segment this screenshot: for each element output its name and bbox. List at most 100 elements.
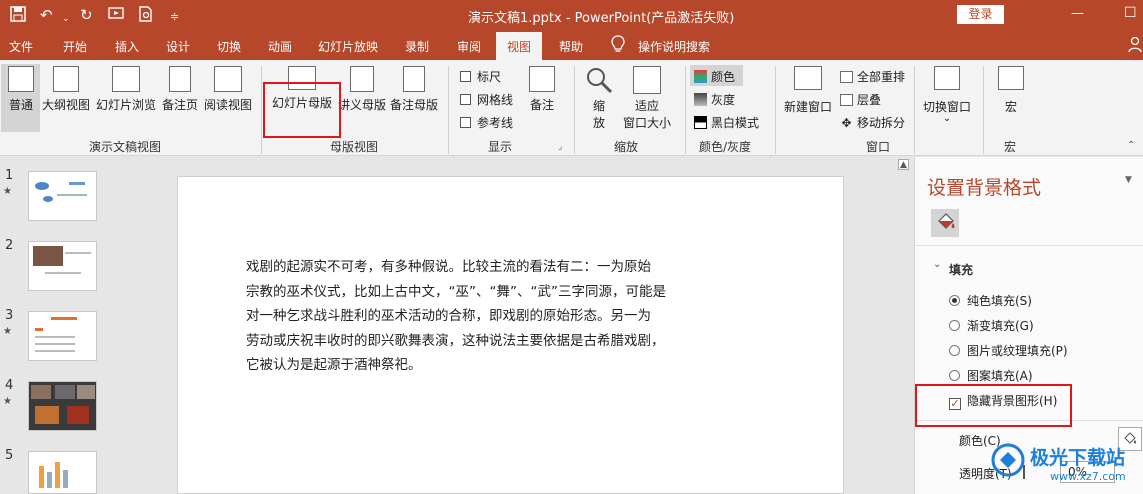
slide-body-text[interactable]: 戏剧的起源实不可考，有多种假说。比较主流的看法有二：一为原始 宗教的巫术仪式，比… — [246, 255, 686, 378]
group-window: 窗口 — [866, 140, 891, 154]
zoom-button[interactable]: 缩 放 — [583, 66, 615, 131]
checkbox-box — [460, 117, 471, 128]
undo-dropdown-icon[interactable]: ⌄ — [62, 10, 70, 28]
handout-master-icon — [350, 66, 374, 92]
guides-checkbox[interactable]: 参考线 — [460, 114, 513, 131]
tab-review[interactable]: 审阅 — [457, 38, 481, 55]
slide-editing-area: 戏剧的起源实不可考，有多种假说。比较主流的看法有二：一为原始 宗教的巫术仪式，比… — [168, 157, 912, 494]
tab-view[interactable]: 视图 — [496, 32, 543, 60]
gradient-fill-radio[interactable]: 渐变填充(G) — [949, 317, 1034, 334]
vertical-scrollbar[interactable]: ▲ — [895, 157, 912, 494]
normal-view-icon — [8, 66, 34, 92]
arrange-all-button[interactable]: 全部重排 — [840, 68, 905, 85]
macros-button[interactable]: 宏 — [996, 66, 1026, 115]
gridlines-checkbox[interactable]: 网格线 — [460, 91, 513, 108]
redo-icon[interactable]: ↻ — [80, 6, 93, 24]
dialog-launcher-icon[interactable]: ⌟ — [558, 142, 562, 152]
tab-design[interactable]: 设计 — [166, 38, 190, 55]
checkbox-box — [460, 94, 471, 105]
black-white-swatch-icon — [694, 116, 707, 129]
reading-view-button[interactable]: 阅读视图 — [203, 66, 253, 113]
gridlines-label: 网格线 — [477, 93, 514, 107]
cascade-button[interactable]: 层叠 — [840, 91, 881, 108]
tab-insert[interactable]: 插入 — [115, 38, 139, 55]
slide-thumbnails-pane[interactable]: 1 ★ 2 3 ★ 4 ★ 5 — [0, 157, 168, 494]
new-window-icon — [794, 66, 822, 90]
picture-fill-radio[interactable]: 图片或纹理填充(P) — [949, 342, 1068, 359]
solid-fill-radio[interactable]: 纯色填充(S) — [949, 292, 1032, 309]
outline-view-button[interactable]: 大纲视图 — [41, 66, 91, 113]
start-from-beginning-icon[interactable] — [108, 6, 124, 26]
switch-window-button[interactable]: 切换窗口 ⌄ — [920, 66, 974, 124]
print-preview-icon[interactable] — [138, 6, 154, 26]
current-slide[interactable]: 戏剧的起源实不可考，有多种假说。比较主流的看法有二：一为原始 宗教的巫术仪式，比… — [177, 176, 844, 494]
fill-section-header[interactable]: 填充 — [949, 261, 973, 278]
fit-to-window-button[interactable]: 适应 窗口大小 — [620, 66, 674, 131]
tab-transitions[interactable]: 切换 — [217, 38, 241, 55]
title-bar: ↶ ⌄ ↻ ≑ 演示文稿1.pptx - PowerPoint(产品激活失败) … — [0, 0, 1143, 30]
slide-thumbnail-3[interactable] — [28, 311, 97, 361]
pattern-fill-radio[interactable]: 图案填充(A) — [949, 367, 1033, 384]
user-icon[interactable] — [1128, 36, 1142, 55]
cascade-icon — [840, 94, 853, 106]
grayscale-button[interactable]: 灰度 — [694, 91, 735, 108]
chevron-down-icon[interactable]: ⌄ — [933, 259, 941, 270]
slide-thumbnail-4[interactable] — [28, 381, 97, 431]
ruler-checkbox[interactable]: 标尺 — [460, 68, 501, 85]
notes-master-button[interactable]: 备注母版 — [389, 66, 439, 113]
handout-master-button[interactable]: 讲义母版 — [338, 66, 386, 113]
group-master-views: 母版视图 — [330, 140, 379, 154]
group-presentation-views: 演示文稿视图 — [89, 140, 162, 154]
window-title: 演示文稿1.pptx - PowerPoint(产品激活失败) — [468, 11, 735, 26]
slide-number: 1 — [5, 168, 14, 183]
move-split-icon: ✥ — [841, 116, 852, 130]
radio-button — [949, 345, 960, 356]
pattern-fill-label: 图案填充(A) — [967, 369, 1033, 383]
zoom-label-2: 放 — [592, 116, 605, 130]
notes-page-button[interactable]: 备注页 — [160, 66, 200, 113]
divider — [685, 66, 686, 154]
scroll-up-icon[interactable]: ▲ — [898, 159, 909, 170]
slide-thumbnail-5[interactable] — [28, 451, 97, 494]
minimize-button[interactable]: — — [1071, 6, 1084, 21]
watermark-url: www.xz7.com — [1050, 470, 1126, 483]
notes-button[interactable]: 备注 — [527, 66, 557, 113]
group-color-gray: 颜色/灰度 — [699, 140, 752, 154]
chevron-down-icon: ⌄ — [942, 113, 952, 124]
divider — [448, 66, 449, 154]
tab-help[interactable]: 帮助 — [559, 38, 583, 55]
fill-tab-icon[interactable] — [931, 209, 959, 237]
slide-sorter-button[interactable]: 幻灯片浏览 — [95, 66, 157, 113]
tab-slideshow[interactable]: 幻灯片放映 — [318, 38, 378, 55]
gradient-fill-label: 渐变填充(G) — [967, 319, 1034, 333]
macros-label: 宏 — [1004, 100, 1017, 114]
text-line: 劳动或庆祝丰收时的即兴歌舞表演，这种说法主要依据是古希腊戏剧， — [246, 332, 665, 349]
pane-options-icon[interactable]: ▼ — [1125, 175, 1132, 185]
customize-qat-icon[interactable]: ≑ — [170, 8, 179, 26]
new-window-button[interactable]: 新建窗口 — [782, 66, 834, 115]
slide-thumbnail-2[interactable] — [28, 241, 97, 291]
save-icon[interactable] — [10, 6, 26, 26]
color-swatch-icon — [694, 70, 707, 83]
undo-icon[interactable]: ↶ — [40, 6, 53, 24]
move-split-button[interactable]: ✥ 移动拆分 — [840, 114, 905, 131]
divider — [983, 66, 984, 154]
collapse-ribbon-icon[interactable]: ⌃ — [1127, 140, 1135, 151]
tab-record[interactable]: 录制 — [405, 38, 429, 55]
maximize-button[interactable]: ☐ — [1124, 5, 1137, 21]
black-white-button[interactable]: 黑白模式 — [694, 114, 759, 131]
radio-button — [949, 370, 960, 381]
login-button[interactable]: 登录 — [957, 5, 1004, 24]
pane-title: 设置背景格式 — [927, 177, 1042, 199]
tab-home[interactable]: 开始 — [63, 38, 87, 55]
radio-button — [949, 295, 960, 306]
normal-view-button[interactable]: 普通 — [4, 66, 38, 113]
cascade-label: 层叠 — [857, 93, 882, 107]
color-button[interactable]: 颜色 — [694, 68, 735, 85]
tab-animations[interactable]: 动画 — [268, 38, 292, 55]
tab-file[interactable]: 文件 — [9, 38, 33, 55]
tell-me-search[interactable]: 操作说明搜索 — [638, 38, 710, 55]
text-line: 宗教的巫术仪式，比如上古中文，“巫”、“舞”、“武”三字同源，可能是 — [246, 283, 666, 300]
slide-thumbnail-1[interactable] — [28, 171, 97, 221]
macros-icon — [998, 66, 1024, 90]
